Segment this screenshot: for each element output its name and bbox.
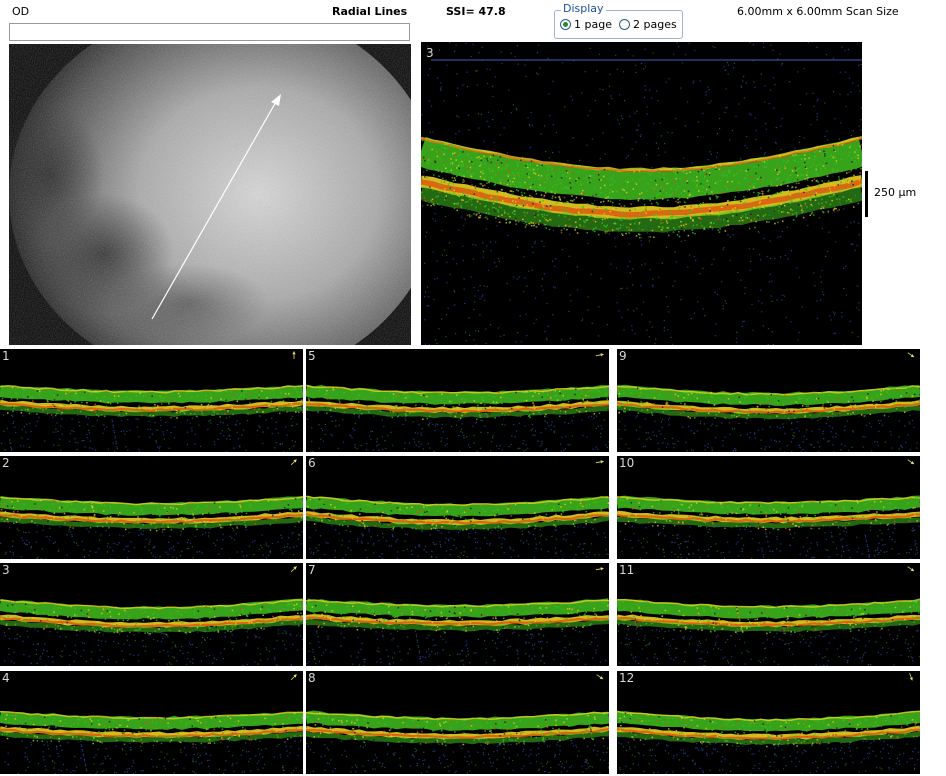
oct-thumbnail-image [0, 710, 303, 774]
thumbnail-number: 6 [308, 456, 316, 470]
thumbnail-number: 7 [308, 563, 316, 577]
oct-thumbnail-image [306, 598, 609, 666]
oct-thumbnail-image [0, 495, 303, 559]
oct-thumbnail-1[interactable]: 1 [0, 349, 303, 452]
oct-thumbnail-image [0, 598, 303, 666]
down-right-arrow-icon [907, 566, 915, 572]
oct-thumbnail-3[interactable]: 3 [0, 563, 303, 666]
main-oct-scan: 3 [421, 42, 862, 345]
radio-2-pages-label: 2 pages [633, 18, 677, 31]
fundus-image [9, 44, 411, 345]
up-arrow-icon [292, 351, 296, 359]
radio-unchecked-icon [619, 19, 630, 30]
oct-thumbnail-image [617, 598, 920, 666]
thumbnail-number: 8 [308, 671, 316, 685]
right-arrow-icon [595, 353, 604, 357]
oct-thumbnail-8[interactable]: 8 [306, 671, 609, 774]
scale-bar-label: 250 µm [874, 186, 917, 199]
display-legend: Display [561, 2, 606, 15]
thumbnail-number: 5 [308, 349, 316, 363]
down-right-arrow-icon [907, 459, 915, 465]
up-right-arrow-icon [290, 459, 297, 466]
oct-thumbnail-9[interactable]: 9 [617, 349, 920, 452]
thumbnail-number: 10 [619, 456, 635, 470]
oct-thumbnail-7[interactable]: 7 [306, 563, 609, 666]
thumbnail-number: 1 [2, 349, 10, 363]
up-right-arrow-icon [290, 566, 297, 573]
oct-thumbnail-image [617, 710, 920, 774]
radio-2-pages[interactable]: 2 pages [619, 18, 677, 31]
thumbnail-number: 2 [2, 456, 10, 470]
oct-thumbnail-image [617, 495, 920, 559]
up-right-arrow-icon [290, 674, 297, 681]
thumbnail-number: 12 [619, 671, 635, 685]
fundus-caption-field [9, 23, 410, 41]
right-arrow-icon [595, 460, 604, 464]
oct-thumbnail-6[interactable]: 6 [306, 456, 609, 559]
oct-thumbnail-image [617, 384, 920, 452]
down-right-arrow-icon [596, 674, 604, 680]
radio-checked-icon [560, 19, 571, 30]
eye-label: OD [12, 5, 30, 18]
thumbnail-number: 3 [2, 563, 10, 577]
thumbnail-number: 9 [619, 349, 627, 363]
oct-thumbnail-2[interactable]: 2 [0, 456, 303, 559]
oct-thumbnail-10[interactable]: 10 [617, 456, 920, 559]
oct-thumbnail-image [306, 384, 609, 452]
oct-thumbnail-image [306, 710, 609, 774]
main-oct-image [421, 42, 862, 345]
oct-thumbnail-11[interactable]: 11 [617, 563, 920, 666]
thumbnail-number: 11 [619, 563, 635, 577]
display-options-group: Display 1 page 2 pages [554, 2, 683, 39]
right-arrow-icon [595, 567, 604, 571]
ssi-label: SSI= 47.8 [446, 5, 506, 18]
oct-thumbnail-image [306, 495, 609, 559]
oct-thumbnail-4[interactable]: 4 [0, 671, 303, 774]
main-scan-number: 3 [426, 46, 434, 60]
oct-thumbnail-5[interactable]: 5 [306, 349, 609, 452]
scan-type-label: Radial Lines [332, 5, 408, 18]
oct-thumbnail-image [0, 384, 303, 452]
scale-bar [865, 171, 868, 217]
radio-1-page[interactable]: 1 page [560, 18, 612, 31]
down-arrow-icon [909, 673, 913, 681]
thumbnail-number: 4 [2, 671, 10, 685]
scan-size-label: 6.00mm x 6.00mm Scan Size [737, 5, 899, 18]
fundus-svg [9, 44, 411, 345]
down-right-arrow-icon [907, 352, 915, 358]
oct-thumbnail-12[interactable]: 12 [617, 671, 920, 774]
radio-1-page-label: 1 page [574, 18, 612, 31]
